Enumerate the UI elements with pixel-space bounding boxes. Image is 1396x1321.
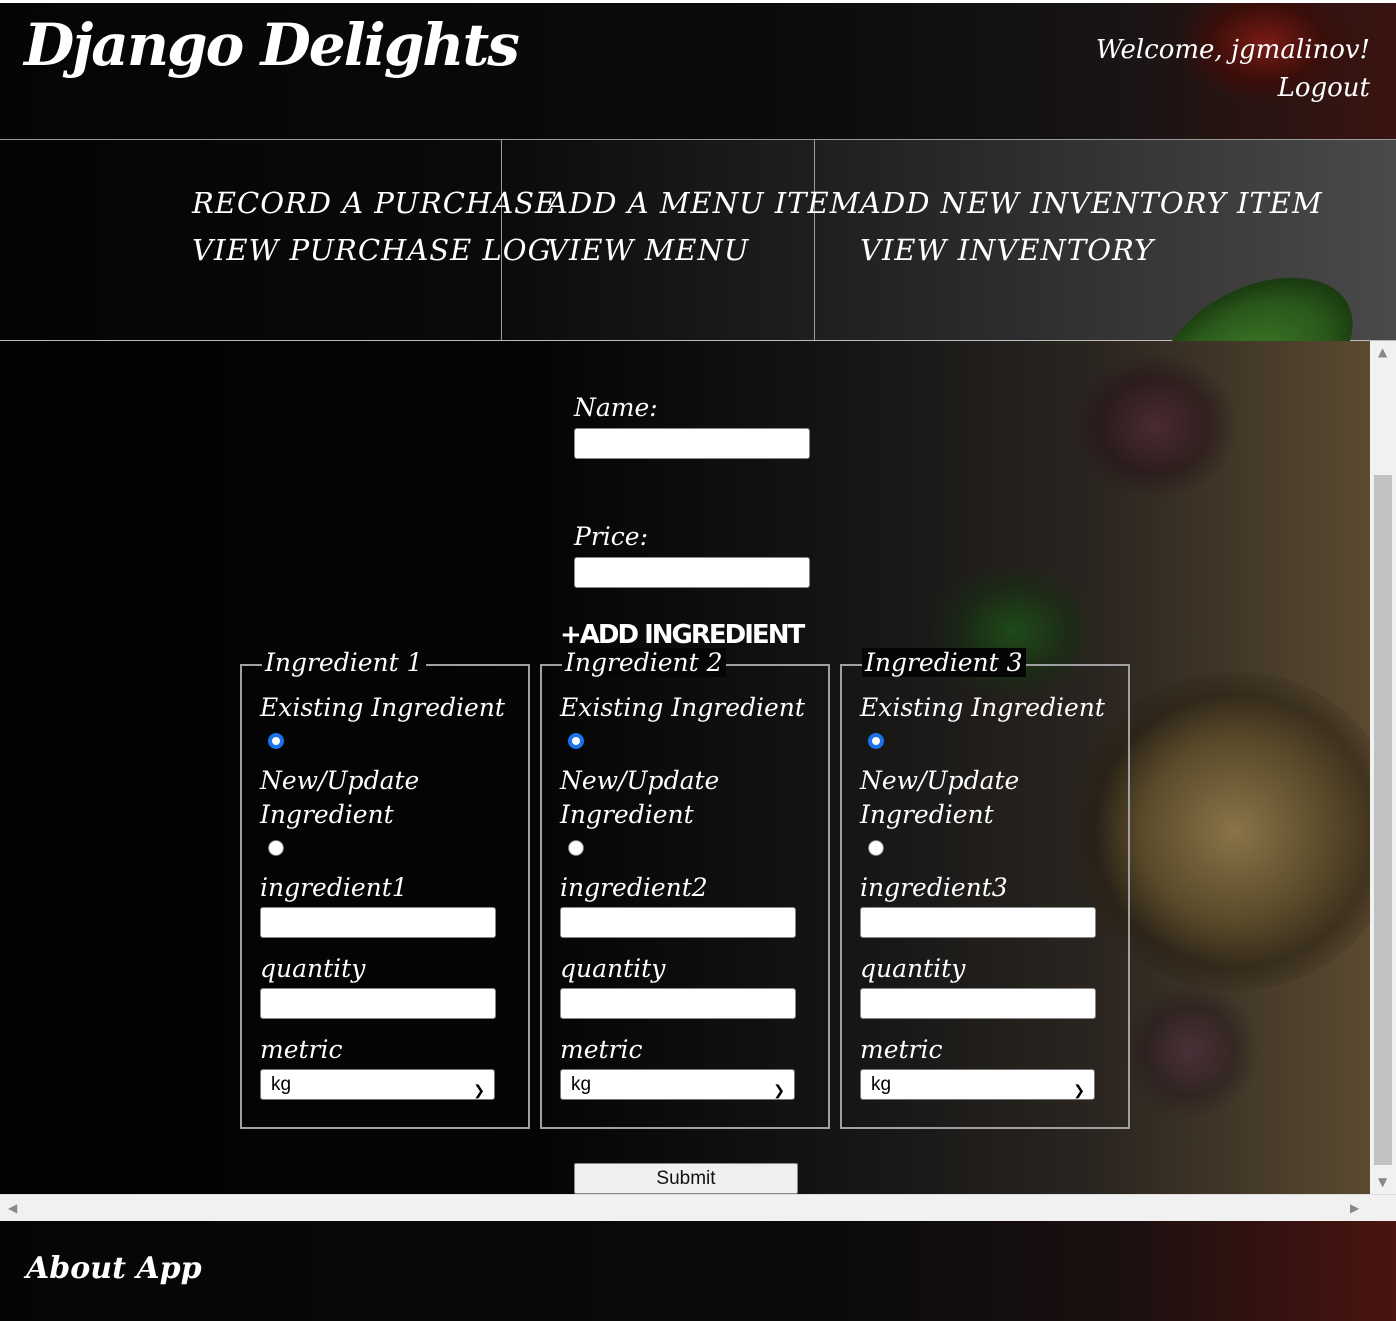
quantity-label: quantity [560, 954, 666, 983]
about-app-link[interactable]: About App [26, 1251, 202, 1286]
scroll-up-arrow-icon[interactable]: ▲ [1378, 345, 1387, 359]
name-input[interactable] [574, 428, 810, 459]
add-ingredient-button[interactable]: +ADD INGREDIENT [560, 620, 805, 650]
ingredient-field-label: ingredient2 [560, 873, 708, 902]
nav-column-inventory: ADD NEW INVENTORY ITEM VIEW INVENTORY [815, 140, 1396, 340]
metric-selected-value: kg [271, 1074, 292, 1095]
existing-ingredient-label: Existing Ingredient [560, 693, 805, 722]
vertical-scroll-thumb[interactable] [1374, 475, 1392, 1165]
quantity-label: quantity [260, 954, 366, 983]
metric-selected-value: kg [871, 1074, 892, 1095]
metric-selected-value: kg [571, 1074, 592, 1095]
garlic-decoration-2 [1120, 981, 1260, 1121]
quantity-label: quantity [860, 954, 966, 983]
ingredient-field-label: ingredient3 [860, 873, 1008, 902]
existing-ingredient-radio[interactable] [268, 733, 284, 749]
ingredient-field-label: ingredient1 [260, 873, 408, 902]
ingredient-name-input[interactable] [260, 907, 496, 938]
nav-add-menu-item[interactable]: ADD A MENU ITEM [547, 186, 860, 220]
quantity-input[interactable] [560, 988, 796, 1019]
submit-button[interactable]: Submit [574, 1163, 798, 1194]
welcome-text: Welcome, jgmalinov! [1095, 35, 1370, 65]
main-content: Name: Price: +ADD INGREDIENT Ingredient … [0, 341, 1370, 1194]
new-ingredient-radio[interactable] [868, 840, 884, 856]
ingredient-legend: Ingredient 3 [862, 648, 1026, 677]
nav-view-menu[interactable]: VIEW MENU [547, 233, 749, 267]
logout-link[interactable]: Logout [1278, 73, 1370, 103]
metric-select[interactable]: kg ❯ [560, 1069, 795, 1100]
chevron-down-icon: ❯ [773, 1082, 785, 1098]
existing-ingredient-radio[interactable] [568, 733, 584, 749]
new-ingredient-label: New/Update Ingredient [260, 766, 420, 829]
main-nav: RECORD A PURCHASE VIEW PURCHASE LOG ADD … [0, 140, 1396, 460]
site-header: Django Delights Welcome, jgmalinov! Logo… [0, 3, 1396, 140]
page: Django Delights Welcome, jgmalinov! Logo… [0, 3, 1396, 1321]
ingredient-fieldset-3: Ingredient 3 Existing Ingredient New/Upd… [840, 648, 1130, 1129]
site-logo[interactable]: Django Delights [24, 11, 520, 81]
price-input[interactable] [574, 557, 810, 588]
name-label: Name: [574, 393, 658, 422]
quantity-input[interactable] [260, 988, 496, 1019]
vertical-scrollbar[interactable]: ▲ ▼ [1370, 341, 1396, 1194]
ingredient-legend: Ingredient 1 [262, 648, 426, 677]
new-ingredient-label: New/Update Ingredient [860, 766, 1020, 829]
scroll-left-arrow-icon[interactable]: ◀ [8, 1201, 17, 1215]
new-ingredient-radio[interactable] [268, 840, 284, 856]
metric-select[interactable]: kg ❯ [860, 1069, 1095, 1100]
ingredient-name-input[interactable] [860, 907, 1096, 938]
chevron-down-icon: ❯ [1073, 1082, 1085, 1098]
existing-ingredient-radio[interactable] [868, 733, 884, 749]
nav-column-menu: ADD A MENU ITEM VIEW MENU [502, 140, 859, 340]
nav-column-purchases: RECORD A PURCHASE VIEW PURCHASE LOG [0, 140, 556, 340]
ingredient-name-input[interactable] [560, 907, 796, 938]
site-footer: About App [0, 1221, 1396, 1321]
new-ingredient-label: New/Update Ingredient [560, 766, 720, 829]
existing-ingredient-label: Existing Ingredient [860, 693, 1105, 722]
scroll-down-arrow-icon[interactable]: ▼ [1378, 1175, 1387, 1189]
horizontal-scrollbar[interactable]: ◀ ▶ [0, 1194, 1396, 1222]
nav-add-inventory-item[interactable]: ADD NEW INVENTORY ITEM [860, 186, 1323, 220]
ingredient-fieldset-1: Ingredient 1 Existing Ingredient New/Upd… [240, 648, 530, 1129]
metric-label: metric [560, 1035, 643, 1064]
quantity-input[interactable] [860, 988, 1096, 1019]
metric-select[interactable]: kg ❯ [260, 1069, 495, 1100]
garlic-decoration [1070, 351, 1240, 501]
nav-view-inventory[interactable]: VIEW INVENTORY [860, 233, 1154, 267]
new-ingredient-radio[interactable] [568, 840, 584, 856]
ingredient-fieldset-2: Ingredient 2 Existing Ingredient New/Upd… [540, 648, 830, 1129]
price-label: Price: [574, 522, 648, 551]
existing-ingredient-label: Existing Ingredient [260, 693, 505, 722]
metric-label: metric [260, 1035, 343, 1064]
chevron-down-icon: ❯ [473, 1082, 485, 1098]
nav-view-purchase-log[interactable]: VIEW PURCHASE LOG [192, 233, 552, 267]
ingredient-legend: Ingredient 2 [562, 648, 726, 677]
metric-label: metric [860, 1035, 943, 1064]
scroll-right-arrow-icon[interactable]: ▶ [1350, 1201, 1359, 1215]
